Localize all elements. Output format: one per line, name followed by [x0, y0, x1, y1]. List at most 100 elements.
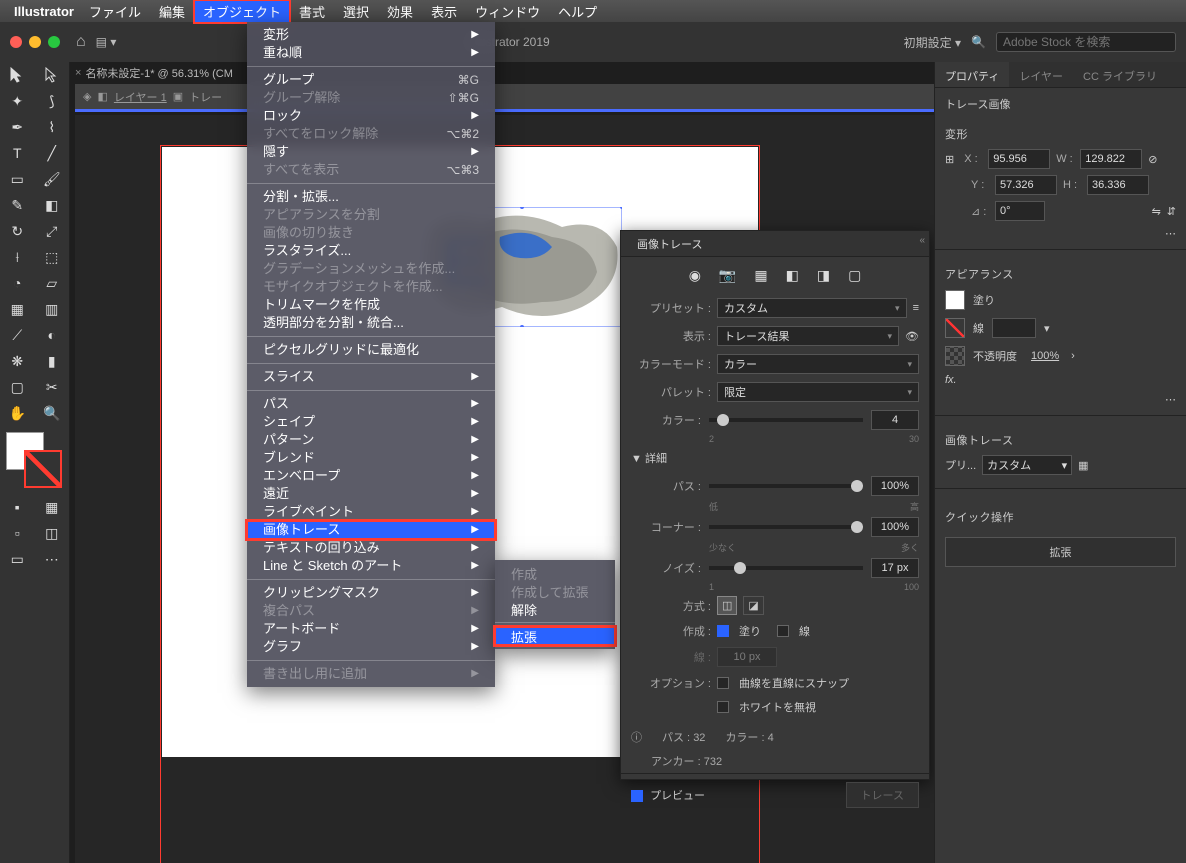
magic-wand-tool[interactable]: ✦ [0, 88, 35, 114]
menu-item-[interactable]: シェイプ▶ [247, 413, 495, 431]
none-mode-icon[interactable]: ▫ [0, 520, 35, 546]
paths-slider[interactable] [709, 484, 863, 488]
document-tab-label[interactable]: 名称未設定-1* @ 56.31% (CM [85, 65, 232, 81]
menu-object[interactable]: オブジェクト [194, 0, 290, 23]
menu-item-[interactable]: 画像トレース▶ [247, 521, 495, 539]
noise-value[interactable]: 17 px [871, 558, 919, 578]
type-tool[interactable]: T [0, 140, 35, 166]
stroke-weight-input[interactable] [992, 318, 1036, 338]
layer-visibility-icon[interactable]: ◈ [83, 90, 91, 103]
column-graph-tool[interactable]: ▮ [35, 348, 70, 374]
fx-label[interactable]: fx. [945, 374, 957, 386]
angle-input[interactable]: 0° [995, 201, 1045, 221]
rectangle-tool[interactable]: ▭ [0, 166, 35, 192]
eraser-tool[interactable]: ◧ [35, 192, 70, 218]
color-value[interactable]: 4 [871, 410, 919, 430]
lasso-tool[interactable]: ⟆ [35, 88, 70, 114]
x-input[interactable]: 95.956 [988, 149, 1050, 169]
tab-layers[interactable]: レイヤー [1009, 62, 1073, 87]
close-doc-icon[interactable]: × [75, 67, 81, 79]
reference-point-icon[interactable]: ⊞ [945, 153, 954, 166]
black-white-icon[interactable]: ◨ [817, 267, 830, 284]
fill-stroke-swatches[interactable] [6, 432, 62, 488]
line-tool[interactable]: ╱ [35, 140, 70, 166]
gradient-tool[interactable]: ▥ [35, 296, 70, 322]
selection-tool[interactable] [0, 62, 35, 88]
menu-item-[interactable]: パターン▶ [247, 431, 495, 449]
direct-selection-tool[interactable] [35, 62, 70, 88]
snap-curves-checkbox[interactable] [717, 677, 729, 689]
menu-item-[interactable]: クリッピングマスク▶ [247, 584, 495, 602]
corners-value[interactable]: 100% [871, 517, 919, 537]
auto-color-icon[interactable]: ◉ [689, 267, 701, 284]
menu-item-[interactable]: ラスタライズ... [247, 242, 495, 260]
detail-disclosure[interactable]: ▼ 詳細 [621, 444, 929, 472]
image-trace-tab[interactable]: 画像トレース [629, 232, 710, 256]
trace-button[interactable]: トレー [189, 89, 222, 105]
color-mode-icon[interactable]: ▪ [0, 494, 35, 520]
high-color-icon[interactable]: 📷 [719, 267, 736, 284]
gradient-mode-icon[interactable]: ▦ [35, 494, 70, 520]
tab-properties[interactable]: プロパティ [935, 62, 1009, 87]
ignore-white-checkbox[interactable] [717, 701, 729, 713]
eyedropper-tool[interactable]: ⟋ [0, 322, 35, 348]
create-stroke-checkbox[interactable] [777, 625, 789, 637]
perspective-tool[interactable]: ▱ [35, 270, 70, 296]
paintbrush-tool[interactable]: 🖌 [35, 166, 70, 192]
document-tabs[interactable]: × 名称未設定-1* @ 56.31% (CM [75, 62, 233, 84]
menu-help[interactable]: ヘルプ [549, 0, 606, 23]
menu-item-[interactable]: ピクセルグリッドに最適化 [247, 341, 495, 359]
grayscale-icon[interactable]: ◧ [786, 267, 799, 284]
shaper-tool[interactable]: ✎ [0, 192, 35, 218]
workspace-selector[interactable]: 初期設定 ▾ [904, 34, 961, 51]
menu-item-[interactable]: トリムマークを作成 [247, 296, 495, 314]
menu-item-[interactable]: 隠す▶ [247, 143, 495, 161]
symbol-sprayer-tool[interactable]: ❋ [0, 348, 35, 374]
fill-swatch[interactable] [945, 290, 965, 310]
palette-select[interactable]: 限定▾ [717, 382, 919, 402]
flip-v-icon[interactable]: ⇵ [1167, 205, 1176, 218]
image-trace-panel[interactable]: « 画像トレース ◉ 📷 ▦ ◧ ◨ ▢ プリセット : カスタム▾ ≡ 表示 … [620, 230, 930, 780]
menu-item-[interactable]: パス▶ [247, 395, 495, 413]
noise-slider[interactable] [709, 566, 863, 570]
home-icon[interactable]: ⌂ [76, 33, 86, 51]
view-select[interactable]: トレース結果▾ [717, 326, 899, 346]
search-input[interactable] [996, 32, 1176, 52]
menu-effect[interactable]: 効果 [378, 0, 422, 23]
folder-icon[interactable]: ▣ [173, 90, 183, 103]
menu-item-[interactable]: エンベロープ▶ [247, 467, 495, 485]
link-wh-icon[interactable]: ⊘ [1148, 153, 1157, 166]
method-overlapping-icon[interactable]: ◪ [743, 596, 763, 615]
w-input[interactable]: 129.822 [1080, 149, 1142, 169]
menu-item-[interactable]: ブレンド▶ [247, 449, 495, 467]
corners-slider[interactable] [709, 525, 863, 529]
low-color-icon[interactable]: ▦ [754, 267, 767, 284]
edit-toolbar-icon[interactable]: ⋯ [35, 546, 70, 572]
menu-item-[interactable]: スライス▶ [247, 368, 495, 386]
blend-tool[interactable]: ◐ [35, 322, 70, 348]
stroke-swatch[interactable] [945, 318, 965, 338]
method-abutting-icon[interactable]: ◫ [717, 596, 737, 615]
menu-item-[interactable]: 分割・拡張... [247, 188, 495, 206]
menu-item-LineSketch[interactable]: Line と Sketch のアート▶ [247, 557, 495, 575]
arrange-icon[interactable]: ▤ ▾ [96, 35, 117, 49]
menu-item-[interactable]: グループ⌘G [247, 71, 495, 89]
preset-menu-icon[interactable]: ≡ [913, 302, 919, 314]
trace-panel-open-icon[interactable]: ▦ [1078, 459, 1088, 472]
menu-item-[interactable]: テキストの回り込み▶ [247, 539, 495, 557]
menu-select[interactable]: 選択 [334, 0, 378, 23]
layer-name[interactable]: レイヤー 1 [114, 89, 167, 105]
menu-item-[interactable]: アートボード▶ [247, 620, 495, 638]
panel-collapse-icon[interactable]: « [919, 235, 925, 246]
expand-button[interactable]: 拡張 [945, 537, 1176, 567]
width-tool[interactable]: ⟊ [0, 244, 35, 270]
menu-window[interactable]: ウィンドウ [466, 0, 549, 23]
screen-mode-icon[interactable]: ▭ [0, 546, 35, 572]
more-options-icon-2[interactable]: ⋯ [1165, 393, 1176, 406]
outline-icon[interactable]: ▢ [848, 267, 861, 284]
zoom-tool[interactable]: 🔍 [35, 400, 70, 426]
pen-tool[interactable]: ✒ [0, 114, 35, 140]
preview-checkbox[interactable] [631, 790, 643, 802]
opacity-swatch[interactable] [945, 346, 965, 366]
layers-icon[interactable]: ◧ [97, 90, 107, 103]
